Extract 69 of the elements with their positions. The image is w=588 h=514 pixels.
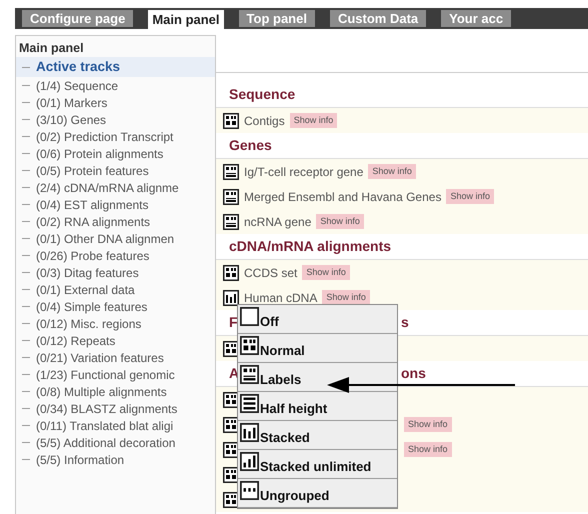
track-style-icon[interactable] xyxy=(240,365,259,384)
show-info-button[interactable]: Show info xyxy=(368,164,416,180)
tree-item[interactable]: (0/2) Prediction Transcript xyxy=(36,128,174,146)
section-heading: ons xyxy=(401,364,426,383)
track-name: Contigs xyxy=(244,112,285,130)
tree-item[interactable]: (0/1) External data xyxy=(36,280,135,298)
tree-item[interactable]: (0/6) Protein alignments xyxy=(36,144,164,162)
track-style-icon[interactable] xyxy=(223,188,239,204)
menu-item[interactable]: Off xyxy=(238,305,397,334)
tree-item[interactable]: (0/11) Translated blat aligi xyxy=(36,416,174,434)
track-style-icon[interactable] xyxy=(223,264,239,280)
track-style-icon[interactable] xyxy=(223,466,239,482)
menu-item[interactable]: Ungrouped xyxy=(238,479,397,508)
show-info-button[interactable]: Show info xyxy=(322,290,370,306)
tree-item[interactable]: (0/1) Other DNA alignmen xyxy=(36,230,174,248)
show-info-button[interactable]: Show info xyxy=(316,214,364,230)
section-heading: Genes xyxy=(229,136,272,155)
menu-item[interactable]: Half height xyxy=(238,392,397,421)
menu-item[interactable]: Stacked xyxy=(238,421,397,450)
tree-item[interactable]: (5/5) Information xyxy=(36,450,124,468)
tree-item[interactable]: (0/21) Variation features xyxy=(36,348,164,366)
tree-item[interactable]: (1/4) Sequence xyxy=(36,76,118,94)
track-style-icon[interactable] xyxy=(240,452,259,471)
tree-item[interactable]: (0/12) Repeats xyxy=(36,332,116,350)
track-name: Merged Ensembl and Havana Genes xyxy=(244,188,442,206)
show-info-button[interactable]: Show info xyxy=(290,112,338,128)
tree-item[interactable]: (1/23) Functional genomic xyxy=(36,366,175,384)
tree-item[interactable]: (0/4) Simple features xyxy=(36,298,148,316)
track-style-icon[interactable] xyxy=(223,442,239,458)
track-style-icon[interactable] xyxy=(223,112,239,128)
show-info-button[interactable]: Show info xyxy=(404,442,452,458)
panel-title: Main panel xyxy=(18,40,85,57)
track-name: ncRNA gene xyxy=(244,214,312,230)
show-info-button[interactable]: Show info xyxy=(302,264,350,280)
track-name: Human cDNA xyxy=(244,290,318,306)
tree-item[interactable]: (5/5) Additional decoration xyxy=(36,434,176,452)
tree-item[interactable]: (0/34) BLASTZ alignments xyxy=(36,400,178,418)
tree-item[interactable]: (0/3) Ditag features xyxy=(36,264,139,282)
tree-item[interactable]: (0/12) Misc. regions xyxy=(36,314,142,332)
track-style-icon[interactable] xyxy=(223,416,239,432)
tree-item[interactable]: (0/8) Multiple alignments xyxy=(36,382,167,400)
section-heading: F xyxy=(229,313,238,332)
track-style-icon[interactable] xyxy=(223,290,239,306)
tree-item[interactable]: (0/4) EST alignments xyxy=(36,196,148,214)
tree-item[interactable]: (0/5) Protein features xyxy=(36,162,149,180)
track-name: CCDS set xyxy=(244,264,298,282)
track-name: Ig/T-cell receptor gene xyxy=(244,164,364,180)
empty-box-icon[interactable] xyxy=(240,307,259,326)
track-style-icon[interactable] xyxy=(240,336,259,355)
tree-item[interactable]: (0/26) Probe features xyxy=(36,246,150,264)
tree-item[interactable]: (0/2) RNA alignments xyxy=(36,212,150,230)
track-style-icon[interactable] xyxy=(223,492,239,508)
tree-item[interactable]: (3/10) Genes xyxy=(36,110,106,128)
tree-item[interactable]: (2/4) cDNA/mRNA alignme xyxy=(36,178,179,196)
show-info-button[interactable]: Show info xyxy=(446,188,494,204)
show-info-button[interactable]: Show info xyxy=(404,416,452,432)
track-style-icon[interactable] xyxy=(223,214,239,230)
track-style-icon[interactable] xyxy=(240,394,259,413)
track-style-icon[interactable] xyxy=(223,164,239,180)
track-style-icon[interactable] xyxy=(223,340,239,356)
track-style-icon[interactable] xyxy=(240,481,259,500)
section-heading: cDNA/mRNA alignments xyxy=(229,237,392,256)
track-style-icon[interactable] xyxy=(223,392,239,408)
section-heading: s xyxy=(401,313,409,332)
section-heading: Sequence xyxy=(229,85,296,104)
track-style-icon[interactable] xyxy=(240,423,259,442)
menu-item[interactable]: Stacked unlimited xyxy=(238,450,397,479)
tree-item[interactable]: (0/1) Markers xyxy=(36,94,108,112)
tab[interactable]: Main panel xyxy=(148,10,224,29)
